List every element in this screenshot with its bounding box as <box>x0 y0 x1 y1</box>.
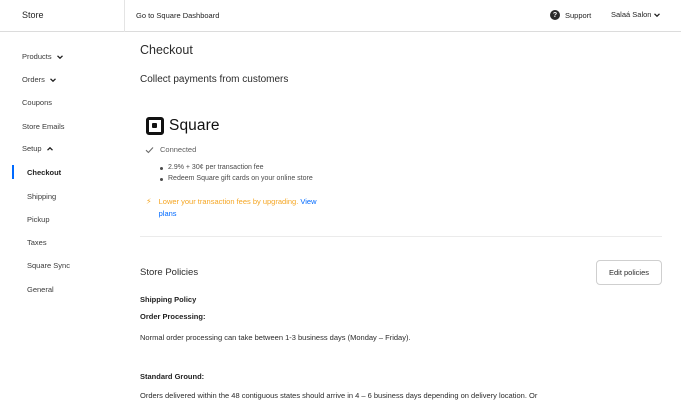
section-title: Collect payments from customers <box>140 74 289 85</box>
chevron-down-icon <box>56 54 63 59</box>
section-divider <box>140 236 662 237</box>
main-content: Checkout Collect payments from customers… <box>140 32 662 400</box>
list-item: 2.9% + 30¢ per transaction fee <box>159 164 313 171</box>
chevron-down-icon <box>49 77 56 82</box>
order-processing-text: Normal order processing can take between… <box>140 333 411 342</box>
store-policies-title: Store Policies <box>140 267 199 278</box>
help-icon: ? <box>550 10 560 20</box>
sidebar-item-taxes[interactable]: Taxes <box>27 238 47 247</box>
edit-policies-button[interactable]: Edit policies <box>596 260 662 285</box>
order-processing-heading: Order Processing: <box>140 312 206 321</box>
account-label: Salaá Salon <box>611 10 652 19</box>
standard-ground-text: Orders delivered within the 48 contiguou… <box>140 391 538 400</box>
connection-status: Connected <box>145 145 196 154</box>
sidebar-item-label: Store Emails <box>22 122 65 131</box>
sidebar-item-square-sync[interactable]: Square Sync <box>27 261 70 270</box>
sidebar-item-general[interactable]: General <box>27 285 54 294</box>
support-label: Support <box>565 10 592 20</box>
sidebar-item-pickup[interactable]: Pickup <box>27 215 50 224</box>
checkmark-icon <box>145 146 154 153</box>
sidebar-item-label: Orders <box>22 75 45 84</box>
sidebar-item-label: Products <box>22 52 52 61</box>
lightning-icon: ⚡ <box>146 197 152 206</box>
sidebar-item-label: Shipping <box>27 192 57 201</box>
sidebar-item-label: Taxes <box>27 238 47 247</box>
sidebar-item-checkout[interactable]: Checkout <box>27 168 61 177</box>
sidebar-item-label: Checkout <box>27 168 62 177</box>
store-title: Store <box>22 10 44 20</box>
provider-details-list: 2.9% + 30¢ per transaction fee Redeem Sq… <box>159 164 313 186</box>
support-button[interactable]: ? Support <box>550 10 591 20</box>
sidebar-item-store-emails[interactable]: Store Emails <box>22 122 65 131</box>
chevron-down-icon <box>654 12 661 17</box>
sidebar-item-coupons[interactable]: Coupons <box>22 98 52 107</box>
view-plans-link-text: plans <box>158 209 177 218</box>
topbar-divider <box>124 0 125 32</box>
sidebar-item-setup[interactable]: Setup <box>22 144 54 153</box>
list-item: Redeem Square gift cards on your online … <box>159 175 313 182</box>
shipping-policy-heading: Shipping Policy <box>140 295 197 304</box>
sidebar-item-label: General <box>27 285 54 294</box>
sidebar-item-label: Coupons <box>22 98 53 107</box>
sidebar-item-label: Square Sync <box>27 261 70 270</box>
square-logo-mark-icon <box>146 117 164 135</box>
view-plans-link-text: View <box>300 197 317 206</box>
sidebar-item-label: Setup <box>22 144 42 153</box>
upgrade-notice: ⚡ Lower your transaction fees by upgradi… <box>146 196 366 220</box>
standard-ground-heading: Standard Ground: <box>140 372 205 381</box>
chevron-up-icon <box>46 146 53 151</box>
provider-name: Square <box>169 117 220 134</box>
sidebar-item-label: Pickup <box>27 215 50 224</box>
connection-status-label: Connected <box>160 145 197 154</box>
go-to-dashboard-link[interactable]: Go to Square Dashboard <box>136 11 219 20</box>
sidebar-item-products[interactable]: Products <box>22 52 64 61</box>
sidebar: Products Orders Coupons Store Emails Set… <box>0 32 124 397</box>
sidebar-item-orders[interactable]: Orders <box>22 75 57 84</box>
upgrade-text: Lower your transaction fees by upgrading… <box>158 197 299 206</box>
sidebar-item-shipping[interactable]: Shipping <box>27 192 56 201</box>
page-title: Checkout <box>140 43 193 57</box>
account-menu[interactable]: Salaá Salon <box>611 10 661 19</box>
top-bar: Store Go to Square Dashboard ? Support S… <box>0 0 681 32</box>
square-logo: Square <box>146 117 220 135</box>
active-indicator <box>12 165 14 179</box>
